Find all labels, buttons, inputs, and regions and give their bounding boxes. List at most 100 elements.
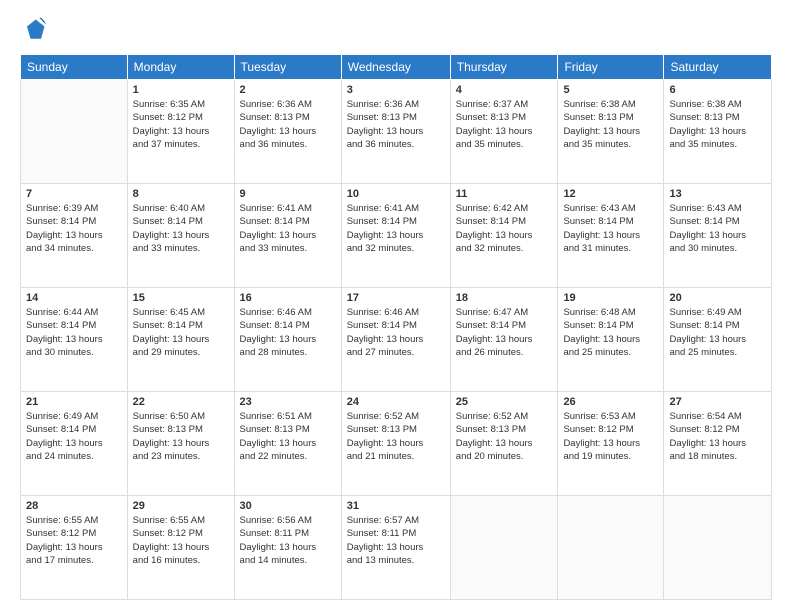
day-number: 31	[347, 500, 445, 512]
day-number: 12	[563, 188, 658, 200]
calendar-cell: 10 Sunrise: 6:41 AM Sunset: 8:14 PM Dayli…	[341, 184, 450, 288]
day-info: Sunrise: 6:56 AM Sunset: 8:11 PM Dayligh…	[240, 514, 336, 567]
calendar-cell	[450, 496, 558, 600]
calendar-cell: 2 Sunrise: 6:36 AM Sunset: 8:13 PM Daylig…	[234, 80, 341, 184]
day-number: 24	[347, 396, 445, 408]
calendar-cell: 5 Sunrise: 6:38 AM Sunset: 8:13 PM Daylig…	[558, 80, 664, 184]
calendar-cell: 9 Sunrise: 6:41 AM Sunset: 8:14 PM Daylig…	[234, 184, 341, 288]
calendar-cell: 21Sunrise: 6:49 AM Sunset: 8:14 PM Dayli…	[21, 392, 128, 496]
calendar-cell	[558, 496, 664, 600]
day-number: 28	[26, 500, 122, 512]
calendar-cell: 11 Sunrise: 6:42 AM Sunset: 8:14 PM Dayli…	[450, 184, 558, 288]
day-of-week-header: Friday	[558, 55, 664, 80]
day-info: Sunrise: 6:43 AM Sunset: 8:14 PM Dayligh…	[563, 202, 658, 255]
day-number: 20	[669, 292, 766, 304]
day-info: Sunrise: 6:42 AM Sunset: 8:14 PM Dayligh…	[456, 202, 553, 255]
day-number: 2	[240, 84, 336, 96]
day-info: Sunrise: 6:54 AM Sunset: 8:12 PM Dayligh…	[669, 410, 766, 463]
day-info: Sunrise: 6:38 AM Sunset: 8:13 PM Dayligh…	[563, 98, 658, 151]
header	[20, 16, 772, 44]
calendar-cell: 30 Sunrise: 6:56 AM Sunset: 8:11 PM Dayli…	[234, 496, 341, 600]
day-number: 16	[240, 292, 336, 304]
calendar-cell: 24 Sunrise: 6:52 AM Sunset: 8:13 PM Dayli…	[341, 392, 450, 496]
calendar-cell: 25 Sunrise: 6:52 AM Sunset: 8:13 PM Dayli…	[450, 392, 558, 496]
calendar-cell: 28 Sunrise: 6:55 AM Sunset: 8:12 PM Dayli…	[21, 496, 128, 600]
day-of-week-header: Monday	[127, 55, 234, 80]
calendar-cell: 8 Sunrise: 6:40 AM Sunset: 8:14 PM Daylig…	[127, 184, 234, 288]
day-number: 30	[240, 500, 336, 512]
calendar-cell: 18Sunrise: 6:47 AM Sunset: 8:14 PM Dayli…	[450, 288, 558, 392]
day-info: Sunrise: 6:35 AM Sunset: 8:12 PM Dayligh…	[133, 98, 229, 151]
day-number: 19	[563, 292, 658, 304]
calendar-cell: 26Sunrise: 6:53 AM Sunset: 8:12 PM Dayli…	[558, 392, 664, 496]
day-info: Sunrise: 6:38 AM Sunset: 8:13 PM Dayligh…	[669, 98, 766, 151]
day-number: 10	[347, 188, 445, 200]
day-info: Sunrise: 6:52 AM Sunset: 8:13 PM Dayligh…	[347, 410, 445, 463]
day-number: 15	[133, 292, 229, 304]
calendar-cell: 19 Sunrise: 6:48 AM Sunset: 8:14 PM Dayli…	[558, 288, 664, 392]
day-number: 17	[347, 292, 445, 304]
calendar-cell: 13 Sunrise: 6:43 AM Sunset: 8:14 PM Dayli…	[664, 184, 772, 288]
day-number: 11	[456, 188, 553, 200]
day-of-week-header: Tuesday	[234, 55, 341, 80]
calendar-week-row: 1 Sunrise: 6:35 AM Sunset: 8:12 PM Daylig…	[21, 80, 772, 184]
calendar-table: SundayMondayTuesdayWednesdayThursdayFrid…	[20, 54, 772, 600]
page: SundayMondayTuesdayWednesdayThursdayFrid…	[0, 0, 792, 612]
calendar-cell: 20Sunrise: 6:49 AM Sunset: 8:14 PM Dayli…	[664, 288, 772, 392]
day-info: Sunrise: 6:36 AM Sunset: 8:13 PM Dayligh…	[240, 98, 336, 151]
calendar-cell	[21, 80, 128, 184]
day-number: 23	[240, 396, 336, 408]
logo-icon	[20, 16, 48, 44]
day-number: 13	[669, 188, 766, 200]
calendar-cell: 16Sunrise: 6:46 AM Sunset: 8:14 PM Dayli…	[234, 288, 341, 392]
day-of-week-header: Wednesday	[341, 55, 450, 80]
calendar-cell: 3Sunrise: 6:36 AM Sunset: 8:13 PM Daylig…	[341, 80, 450, 184]
calendar-cell: 7 Sunrise: 6:39 AM Sunset: 8:14 PM Daylig…	[21, 184, 128, 288]
calendar-cell: 15 Sunrise: 6:45 AM Sunset: 8:14 PM Dayli…	[127, 288, 234, 392]
calendar-cell: 6 Sunrise: 6:38 AM Sunset: 8:13 PM Daylig…	[664, 80, 772, 184]
day-number: 21	[26, 396, 122, 408]
day-number: 27	[669, 396, 766, 408]
calendar-cell	[664, 496, 772, 600]
day-info: Sunrise: 6:44 AM Sunset: 8:14 PM Dayligh…	[26, 306, 122, 359]
calendar-cell: 22 Sunrise: 6:50 AM Sunset: 8:13 PM Dayli…	[127, 392, 234, 496]
calendar-week-row: 7 Sunrise: 6:39 AM Sunset: 8:14 PM Daylig…	[21, 184, 772, 288]
calendar-header-row: SundayMondayTuesdayWednesdayThursdayFrid…	[21, 55, 772, 80]
day-number: 1	[133, 84, 229, 96]
day-info: Sunrise: 6:41 AM Sunset: 8:14 PM Dayligh…	[347, 202, 445, 255]
day-info: Sunrise: 6:41 AM Sunset: 8:14 PM Dayligh…	[240, 202, 336, 255]
day-info: Sunrise: 6:52 AM Sunset: 8:13 PM Dayligh…	[456, 410, 553, 463]
day-number: 4	[456, 84, 553, 96]
calendar-cell: 29Sunrise: 6:55 AM Sunset: 8:12 PM Dayli…	[127, 496, 234, 600]
day-info: Sunrise: 6:40 AM Sunset: 8:14 PM Dayligh…	[133, 202, 229, 255]
day-info: Sunrise: 6:37 AM Sunset: 8:13 PM Dayligh…	[456, 98, 553, 151]
day-of-week-header: Saturday	[664, 55, 772, 80]
calendar-cell: 4 Sunrise: 6:37 AM Sunset: 8:13 PM Daylig…	[450, 80, 558, 184]
day-info: Sunrise: 6:51 AM Sunset: 8:13 PM Dayligh…	[240, 410, 336, 463]
day-number: 29	[133, 500, 229, 512]
day-number: 9	[240, 188, 336, 200]
day-info: Sunrise: 6:48 AM Sunset: 8:14 PM Dayligh…	[563, 306, 658, 359]
day-number: 8	[133, 188, 229, 200]
day-info: Sunrise: 6:53 AM Sunset: 8:12 PM Dayligh…	[563, 410, 658, 463]
day-number: 6	[669, 84, 766, 96]
day-number: 25	[456, 396, 553, 408]
day-number: 22	[133, 396, 229, 408]
day-info: Sunrise: 6:36 AM Sunset: 8:13 PM Dayligh…	[347, 98, 445, 151]
calendar-week-row: 21Sunrise: 6:49 AM Sunset: 8:14 PM Dayli…	[21, 392, 772, 496]
day-info: Sunrise: 6:55 AM Sunset: 8:12 PM Dayligh…	[26, 514, 122, 567]
day-number: 18	[456, 292, 553, 304]
day-info: Sunrise: 6:39 AM Sunset: 8:14 PM Dayligh…	[26, 202, 122, 255]
calendar-week-row: 28 Sunrise: 6:55 AM Sunset: 8:12 PM Dayli…	[21, 496, 772, 600]
logo	[20, 16, 52, 44]
day-number: 14	[26, 292, 122, 304]
calendar-cell: 12 Sunrise: 6:43 AM Sunset: 8:14 PM Dayli…	[558, 184, 664, 288]
calendar-cell: 23 Sunrise: 6:51 AM Sunset: 8:13 PM Dayli…	[234, 392, 341, 496]
day-info: Sunrise: 6:50 AM Sunset: 8:13 PM Dayligh…	[133, 410, 229, 463]
day-info: Sunrise: 6:43 AM Sunset: 8:14 PM Dayligh…	[669, 202, 766, 255]
day-info: Sunrise: 6:45 AM Sunset: 8:14 PM Dayligh…	[133, 306, 229, 359]
day-of-week-header: Thursday	[450, 55, 558, 80]
calendar-cell: 27 Sunrise: 6:54 AM Sunset: 8:12 PM Dayli…	[664, 392, 772, 496]
day-number: 5	[563, 84, 658, 96]
day-number: 7	[26, 188, 122, 200]
